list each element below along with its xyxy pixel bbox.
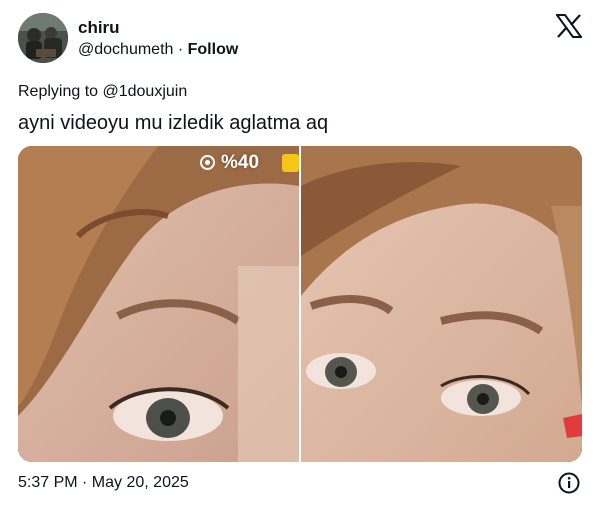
author-handle[interactable]: @dochumeth — [78, 41, 173, 58]
reply-context[interactable]: Replying to @1douxjuin — [18, 82, 187, 102]
handle-separator: · — [173, 41, 188, 58]
media-overlay-percent: %40 — [221, 152, 260, 173]
author-avatar[interactable] — [18, 13, 68, 63]
info-icon[interactable] — [558, 472, 580, 494]
face-closeup-left — [18, 146, 299, 462]
avatar-photo — [18, 13, 68, 63]
follow-button[interactable]: Follow — [188, 41, 239, 58]
record-indicator-icon — [200, 155, 215, 170]
tweet-media[interactable]: %40 — [18, 146, 582, 462]
battery-icon — [282, 154, 299, 172]
author-handle-line: @dochumeth · Follow — [78, 40, 238, 60]
media-image-left[interactable] — [18, 146, 299, 462]
media-overlay-status: %40 — [200, 152, 259, 174]
x-logo-icon[interactable] — [556, 14, 582, 38]
face-closeup-right — [301, 146, 582, 462]
author-display-name[interactable]: chiru — [78, 18, 120, 38]
tweet-text: ayni videoyu mu izledik aglatma aq — [18, 112, 329, 134]
media-image-right[interactable] — [301, 146, 582, 462]
tweet-timestamp[interactable]: 5:37 PM · May 20, 2025 — [18, 473, 189, 493]
